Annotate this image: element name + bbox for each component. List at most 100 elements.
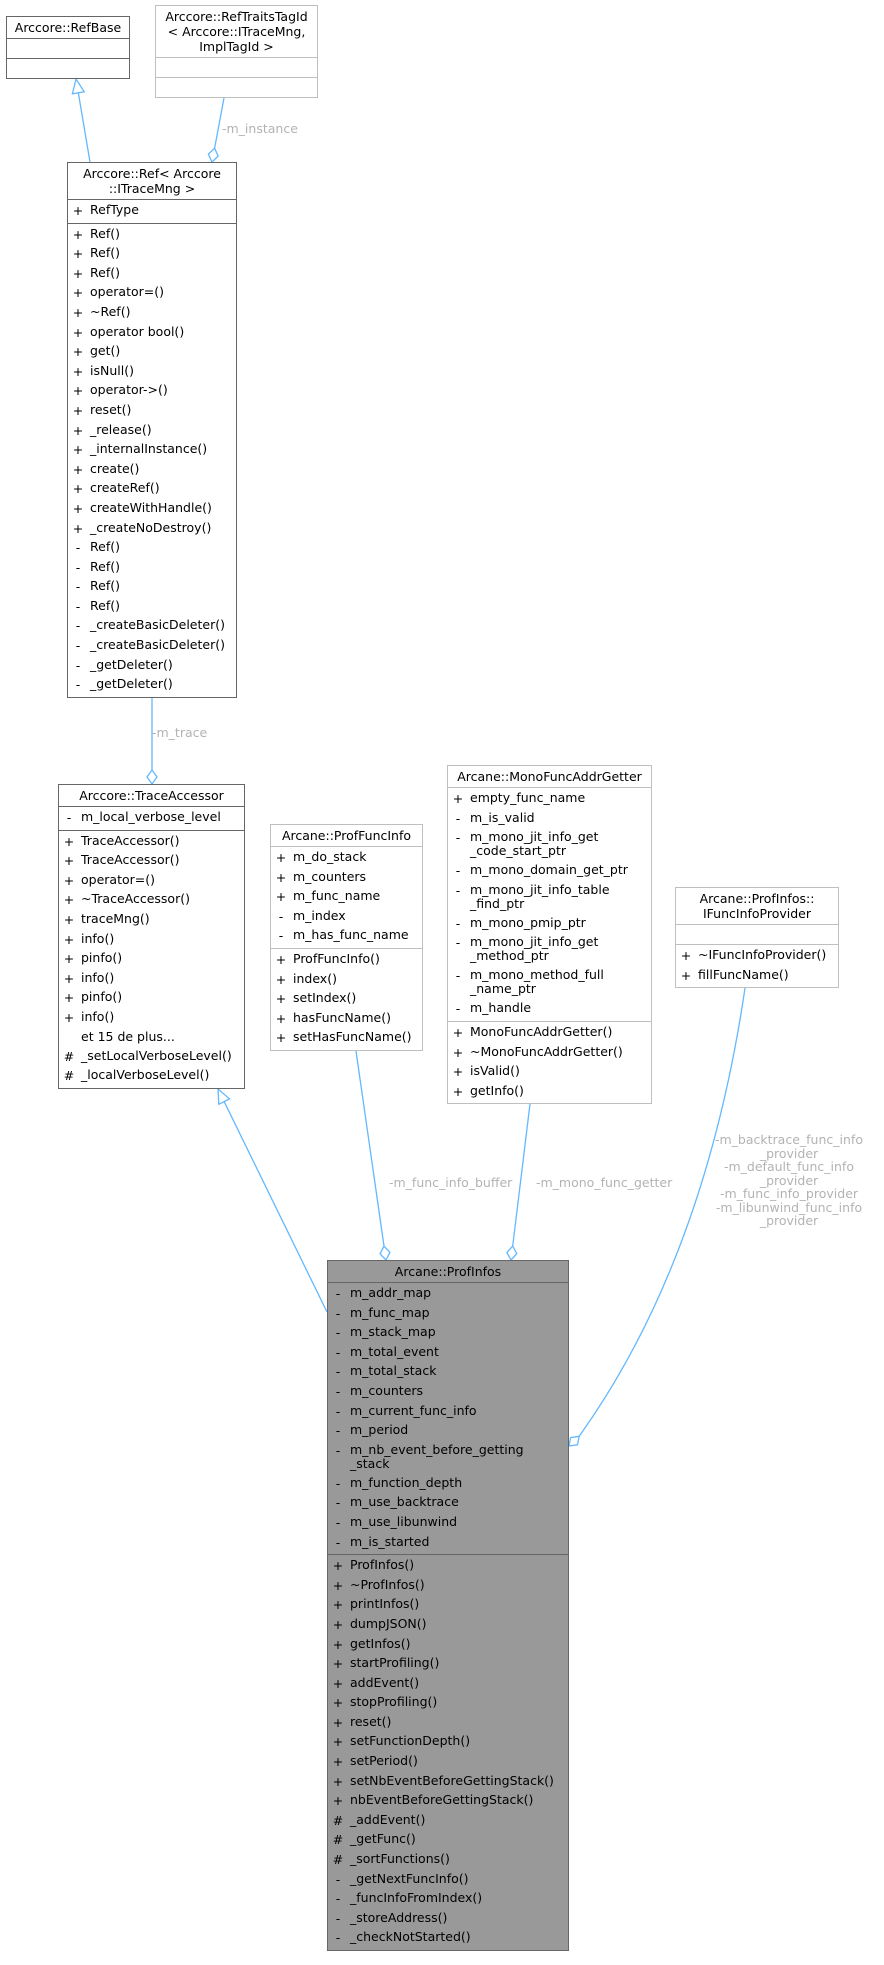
class-reftraits-tagid[interactable]: Arccore::RefTraitsTagId < Arccore::ITrac…	[155, 5, 318, 98]
method-row[interactable]: + operator->()	[68, 381, 236, 401]
method-row[interactable]: # _setLocalVerboseLevel()	[59, 1047, 244, 1067]
attribute-row[interactable]: + m_counters	[271, 868, 422, 888]
method-row[interactable]: - Ref()	[68, 577, 236, 597]
attribute-row[interactable]: - m_use_libunwind	[328, 1513, 568, 1533]
attribute-row[interactable]: - m_is_valid	[448, 809, 651, 829]
method-row[interactable]: + Ref()	[68, 264, 236, 284]
attribute-row[interactable]: - m_addr_map	[328, 1284, 568, 1304]
attribute-row[interactable]: - m_total_event	[328, 1343, 568, 1363]
attribute-row[interactable]: - m_handle	[448, 999, 651, 1019]
class-traceaccessor[interactable]: Arccore::TraceAccessor - m_local_verbose_…	[58, 784, 245, 1089]
method-row[interactable]: + ~ProfInfos()	[328, 1576, 568, 1596]
method-row[interactable]: - Ref()	[68, 558, 236, 578]
method-row[interactable]: + _internalInstance()	[68, 440, 236, 460]
class-ref-itracemng[interactable]: Arccore::Ref< Arccore ::ITraceMng > + Ref…	[67, 162, 237, 698]
method-row[interactable]: # _localVerboseLevel()	[59, 1066, 244, 1086]
method-row[interactable]: - Ref()	[68, 597, 236, 617]
method-row[interactable]: + ~MonoFuncAddrGetter()	[448, 1043, 651, 1063]
method-row[interactable]: + index()	[271, 970, 422, 990]
class-monofuncaddrgetter[interactable]: Arcane::MonoFuncAddrGetter + empty_func_n…	[447, 765, 652, 1105]
method-row[interactable]: + nbEventBeforeGettingStack()	[328, 1791, 568, 1811]
attribute-row[interactable]: - m_counters	[328, 1382, 568, 1402]
method-row[interactable]: # _getFunc()	[328, 1830, 568, 1850]
attribute-row[interactable]: - m_func_map	[328, 1304, 568, 1324]
attribute-row[interactable]: - m_current_func_info	[328, 1402, 568, 1422]
method-row[interactable]: - _getNextFuncInfo()	[328, 1870, 568, 1890]
attribute-row[interactable]: - m_mono_jit_info_get _method_ptr	[448, 933, 651, 966]
method-row[interactable]: + ProfFuncInfo()	[271, 950, 422, 970]
method-row[interactable]: - _createBasicDeleter()	[68, 616, 236, 636]
method-row[interactable]: + get()	[68, 342, 236, 362]
attribute-row[interactable]: - m_mono_pmip_ptr	[448, 914, 651, 934]
method-row[interactable]: + create()	[68, 460, 236, 480]
method-row[interactable]: + ~TraceAccessor()	[59, 890, 244, 910]
attribute-row[interactable]: - m_period	[328, 1421, 568, 1441]
attribute-row[interactable]: - m_mono_method_full _name_ptr	[448, 966, 651, 999]
method-row[interactable]: + reset()	[328, 1713, 568, 1733]
attribute-row[interactable]: - m_use_backtrace	[328, 1493, 568, 1513]
method-row[interactable]: # _sortFunctions()	[328, 1850, 568, 1870]
attribute-row[interactable]: - m_has_func_name	[271, 926, 422, 946]
method-row[interactable]: + fillFuncName()	[676, 966, 838, 986]
method-row[interactable]: - _createBasicDeleter()	[68, 636, 236, 656]
attribute-row[interactable]: - m_total_stack	[328, 1362, 568, 1382]
attribute-row[interactable]: - m_nb_event_before_getting _stack	[328, 1441, 568, 1474]
method-row[interactable]: + Ref()	[68, 225, 236, 245]
class-refbase[interactable]: Arccore::RefBase	[6, 16, 130, 79]
method-row[interactable]: - _getDeleter()	[68, 656, 236, 676]
method-row[interactable]: + getInfo()	[448, 1082, 651, 1102]
class-profinfos[interactable]: Arcane::ProfInfos - m_addr_map - m_func_map…	[327, 1260, 569, 1951]
method-row[interactable]: + TraceAccessor()	[59, 832, 244, 852]
method-row[interactable]: + pinfo()	[59, 988, 244, 1008]
method-row[interactable]: + MonoFuncAddrGetter()	[448, 1023, 651, 1043]
method-row[interactable]: + setIndex()	[271, 989, 422, 1009]
method-row[interactable]: + operator=()	[68, 283, 236, 303]
method-row[interactable]: + reset()	[68, 401, 236, 421]
class-proffuncinfo[interactable]: Arcane::ProfFuncInfo + m_do_stack + m_count…	[270, 824, 423, 1051]
method-row[interactable]: + setNbEventBeforeGettingStack()	[328, 1772, 568, 1792]
method-row[interactable]: + getInfos()	[328, 1635, 568, 1655]
method-row[interactable]: + isNull()	[68, 362, 236, 382]
method-row[interactable]: - _funcInfoFromIndex()	[328, 1889, 568, 1909]
method-row[interactable]: et 15 de plus...	[59, 1028, 244, 1047]
method-row[interactable]: + hasFuncName()	[271, 1009, 422, 1029]
method-row[interactable]: + info()	[59, 969, 244, 989]
method-row[interactable]: + addEvent()	[328, 1674, 568, 1694]
method-row[interactable]: + dumpJSON()	[328, 1615, 568, 1635]
method-row[interactable]: + info()	[59, 930, 244, 950]
method-row[interactable]: + _createNoDestroy()	[68, 519, 236, 539]
attribute-row[interactable]: - m_is_started	[328, 1533, 568, 1553]
class-ifuncinfoprovider[interactable]: Arcane::ProfInfos:: IFuncInfoProvider + ~…	[675, 887, 839, 989]
method-row[interactable]: - _storeAddress()	[328, 1909, 568, 1929]
method-row[interactable]: + setFunctionDepth()	[328, 1732, 568, 1752]
method-row[interactable]: + setPeriod()	[328, 1752, 568, 1772]
method-row[interactable]: + traceMng()	[59, 910, 244, 930]
method-row[interactable]: + createWithHandle()	[68, 499, 236, 519]
method-row[interactable]: + pinfo()	[59, 949, 244, 969]
method-row[interactable]: + info()	[59, 1008, 244, 1028]
attribute-row[interactable]: + m_do_stack	[271, 848, 422, 868]
method-row[interactable]: + isValid()	[448, 1062, 651, 1082]
attribute-row[interactable]: - m_mono_jit_info_get _code_start_ptr	[448, 828, 651, 861]
method-row[interactable]: + ProfInfos()	[328, 1556, 568, 1576]
attribute-row[interactable]: + m_func_name	[271, 887, 422, 907]
method-row[interactable]: + setHasFuncName()	[271, 1028, 422, 1048]
method-row[interactable]: + operator=()	[59, 871, 244, 891]
attribute-row[interactable]: - m_mono_domain_get_ptr	[448, 861, 651, 881]
method-row[interactable]: + operator bool()	[68, 323, 236, 343]
method-row[interactable]: # _addEvent()	[328, 1811, 568, 1831]
attribute-row[interactable]: - m_function_depth	[328, 1474, 568, 1494]
attribute-row[interactable]: + RefType	[68, 201, 236, 221]
attribute-row[interactable]: - m_local_verbose_level	[59, 808, 244, 828]
method-row[interactable]: + ~Ref()	[68, 303, 236, 323]
attribute-row[interactable]: - m_mono_jit_info_table _find_ptr	[448, 881, 651, 914]
method-row[interactable]: - _getDeleter()	[68, 675, 236, 695]
method-row[interactable]: + TraceAccessor()	[59, 851, 244, 871]
method-row[interactable]: + printInfos()	[328, 1595, 568, 1615]
method-row[interactable]: + stopProfiling()	[328, 1693, 568, 1713]
attribute-row[interactable]: - m_index	[271, 907, 422, 927]
method-row[interactable]: + Ref()	[68, 244, 236, 264]
method-row[interactable]: - _checkNotStarted()	[328, 1928, 568, 1948]
method-row[interactable]: + createRef()	[68, 479, 236, 499]
method-row[interactable]: - Ref()	[68, 538, 236, 558]
